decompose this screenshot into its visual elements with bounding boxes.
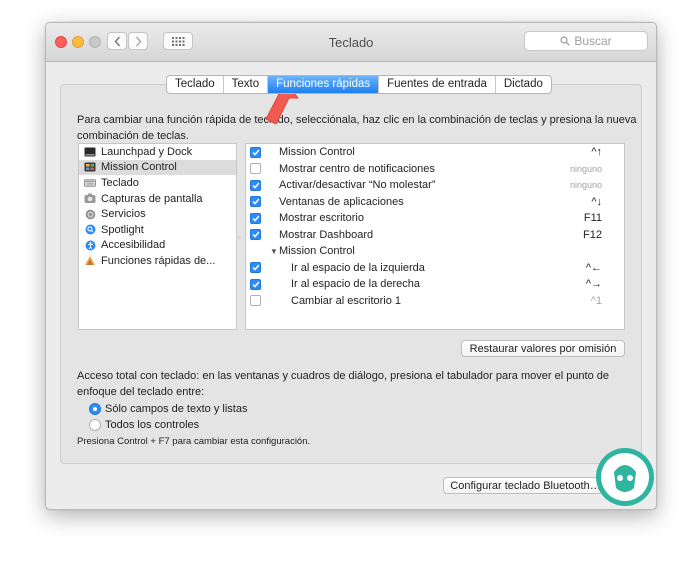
radio-all-controls[interactable]: Todos los controles: [89, 419, 199, 431]
screenshot-icon: [84, 193, 96, 204]
shortcut-label: Activar/desactivar “No molestar”: [279, 179, 436, 192]
mission-control-icon: [84, 162, 96, 173]
shortcut-keys[interactable]: F11: [584, 212, 602, 224]
search-placeholder: Buscar: [574, 34, 612, 48]
radio-label: Todos los controles: [105, 419, 200, 431]
keyboard-icon: [84, 177, 96, 188]
disclosure-triangle-icon[interactable]: ▼: [270, 247, 278, 256]
checkbox-checked[interactable]: [250, 278, 261, 290]
category-servicios[interactable]: Servicios: [79, 206, 236, 222]
shortcut-row[interactable]: Mostrar Dashboard F12: [246, 227, 624, 244]
checkmark-icon: [251, 182, 260, 189]
control-f7-note: Presiona Control + F7 para cambiar esta …: [77, 436, 311, 447]
shortcut-keys[interactable]: ^↓: [591, 196, 602, 208]
title-bar: Teclado Buscar: [46, 23, 656, 62]
checkbox-checked[interactable]: [250, 196, 261, 208]
checkbox-unchecked[interactable]: [250, 295, 261, 307]
shortcut-row[interactable]: Ventanas de aplicaciones ^↓: [246, 194, 624, 211]
checkbox-checked[interactable]: [250, 146, 261, 158]
category-spotlight[interactable]: Spotlight: [79, 222, 236, 238]
category-capturas[interactable]: Capturas de pantalla: [79, 191, 236, 207]
checkbox-checked[interactable]: [250, 262, 261, 274]
shortcut-label: Ir al espacio de la derecha: [291, 278, 421, 291]
search-icon: [560, 36, 571, 46]
radio-text-fields-only[interactable]: Sólo campos de texto y listas: [89, 403, 247, 415]
shortcut-group-row[interactable]: ▼ Mission Control: [246, 243, 624, 260]
shortcut-row[interactable]: Mostrar centro de notificaciones ninguno: [246, 161, 624, 178]
shortcut-list: Mission Control ^↑ Mostrar centro de not…: [245, 143, 625, 330]
watermark-logo-icon: [596, 448, 654, 506]
radio-button-selected[interactable]: [89, 403, 101, 415]
shortcut-row[interactable]: Ir al espacio de la derecha ^→: [246, 276, 624, 293]
launchpad-dock-icon: [84, 146, 96, 157]
category-label: Accesibilidad: [101, 239, 166, 252]
shortcut-row[interactable]: Ir al espacio de la izquierda ^←: [246, 260, 624, 277]
category-launchpad-dock[interactable]: Launchpad y Dock: [79, 144, 236, 160]
gear-icon: [84, 209, 96, 220]
tab-bar: Teclado Texto Funciones rápidas Fuentes …: [166, 75, 552, 94]
category-label: Mission Control: [101, 161, 177, 174]
category-label: Capturas de pantalla: [101, 192, 203, 205]
checkbox-checked[interactable]: [250, 179, 261, 191]
app-shortcuts-icon: [84, 255, 96, 266]
shortcut-label: Ir al espacio de la izquierda: [291, 261, 425, 274]
radio-button-unselected[interactable]: [89, 419, 101, 431]
tab-fuentes-de-entrada[interactable]: Fuentes de entrada: [379, 76, 496, 93]
radio-label: Sólo campos de texto y listas: [105, 403, 248, 415]
checkmark-icon: [251, 198, 260, 205]
tab-dictado[interactable]: Dictado: [496, 76, 551, 93]
category-label: Spotlight: [101, 223, 144, 236]
category-app-shortcuts[interactable]: Funciones rápidas de...: [79, 253, 236, 269]
tab-texto[interactable]: Texto: [224, 76, 269, 93]
configure-bluetooth-keyboard-button[interactable]: Configurar teclado Bluetooth…: [443, 477, 608, 494]
search-field[interactable]: Buscar: [524, 31, 648, 51]
shortcut-keys[interactable]: F12: [583, 229, 602, 241]
category-label: Funciones rápidas de...: [101, 254, 216, 267]
checkbox-checked[interactable]: [250, 229, 261, 241]
checkmark-icon: [251, 264, 260, 271]
shortcut-group-label: Mission Control: [279, 245, 355, 258]
checkmark-icon: [251, 281, 260, 288]
category-label: Teclado: [101, 176, 139, 189]
category-list: Launchpad y Dock Mission Control Teclado…: [78, 143, 237, 330]
category-mission-control[interactable]: Mission Control: [79, 159, 236, 176]
shortcut-row[interactable]: Mission Control ^↑: [246, 144, 624, 161]
split-view-handle[interactable]: ◦: [238, 233, 241, 242]
shortcut-label: Mostrar Dashboard: [279, 228, 374, 241]
shortcut-keys[interactable]: ninguno: [570, 180, 602, 190]
tab-teclado[interactable]: Teclado: [167, 76, 224, 93]
checkbox-checked[interactable]: [250, 212, 261, 224]
shortcut-label: Mostrar escritorio: [279, 212, 364, 225]
category-label: Launchpad y Dock: [101, 145, 193, 158]
tab-funciones-rapidas[interactable]: Funciones rápidas: [268, 76, 380, 93]
shortcut-row[interactable]: Mostrar escritorio F11: [246, 210, 624, 227]
checkmark-icon: [251, 149, 260, 156]
checkmark-icon: [251, 231, 260, 238]
shortcut-row[interactable]: Activar/desactivar “No molestar” ninguno: [246, 177, 624, 194]
spotlight-icon: [84, 224, 96, 235]
shortcut-label: Mostrar centro de notificaciones: [279, 162, 435, 175]
accessibility-icon: [84, 240, 96, 251]
shortcut-row[interactable]: Cambiar al escritorio 1 ^1: [246, 293, 624, 310]
checkbox-unchecked[interactable]: [250, 163, 261, 175]
category-label: Servicios: [101, 208, 146, 221]
checkmark-icon: [251, 215, 260, 222]
shortcut-label: Mission Control: [279, 146, 355, 159]
shortcut-keys[interactable]: ninguno: [570, 164, 602, 174]
restore-defaults-button[interactable]: Restaurar valores por omisión: [461, 340, 625, 357]
shortcut-label: Cambiar al escritorio 1: [291, 294, 402, 307]
shortcut-keys[interactable]: ^1: [591, 295, 602, 307]
shortcut-keys[interactable]: ^↑: [591, 146, 602, 158]
shortcut-keys[interactable]: ^←: [586, 262, 602, 274]
category-accesibilidad[interactable]: Accesibilidad: [79, 238, 236, 254]
instructions-text: Para cambiar una función rápida de tecla…: [77, 114, 637, 142]
shortcut-keys[interactable]: ^→: [586, 278, 602, 290]
full-keyboard-access-text: Acceso total con teclado: en las ventana…: [77, 370, 610, 398]
category-teclado[interactable]: Teclado: [79, 175, 236, 191]
shortcut-label: Ventanas de aplicaciones: [279, 195, 404, 208]
